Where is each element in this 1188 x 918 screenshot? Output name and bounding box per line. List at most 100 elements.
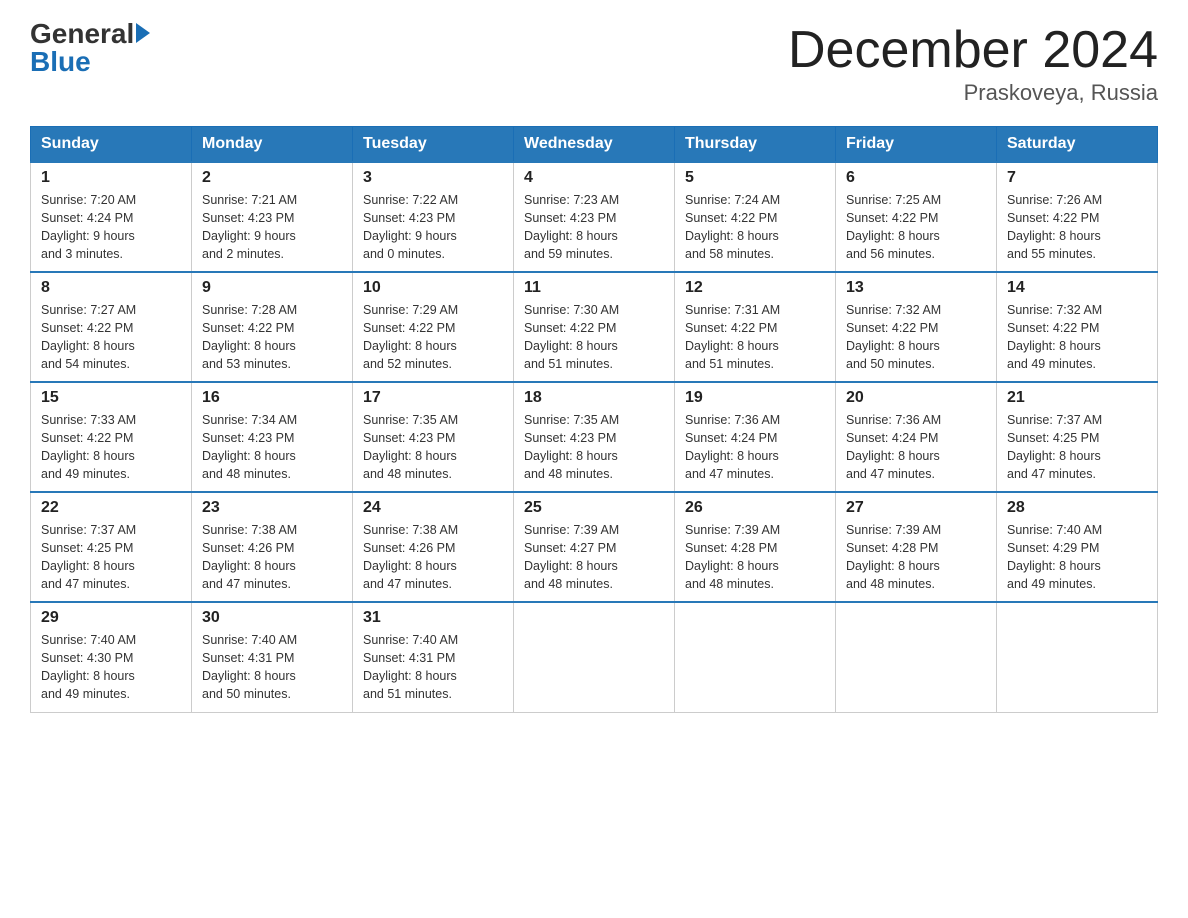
day-number: 13 bbox=[846, 279, 986, 297]
day-info: Sunrise: 7:24 AM Sunset: 4:22 PM Dayligh… bbox=[685, 191, 825, 264]
calendar-cell: 4 Sunrise: 7:23 AM Sunset: 4:23 PM Dayli… bbox=[514, 162, 675, 272]
day-header-friday: Friday bbox=[836, 127, 997, 163]
week-row-4: 22 Sunrise: 7:37 AM Sunset: 4:25 PM Dayl… bbox=[31, 492, 1158, 602]
day-info: Sunrise: 7:38 AM Sunset: 4:26 PM Dayligh… bbox=[202, 521, 342, 594]
calendar-cell: 19 Sunrise: 7:36 AM Sunset: 4:24 PM Dayl… bbox=[675, 382, 836, 492]
day-info: Sunrise: 7:38 AM Sunset: 4:26 PM Dayligh… bbox=[363, 521, 503, 594]
day-info: Sunrise: 7:36 AM Sunset: 4:24 PM Dayligh… bbox=[685, 411, 825, 484]
day-header-wednesday: Wednesday bbox=[514, 127, 675, 163]
day-info: Sunrise: 7:37 AM Sunset: 4:25 PM Dayligh… bbox=[41, 521, 181, 594]
day-number: 5 bbox=[685, 169, 825, 187]
day-number: 19 bbox=[685, 389, 825, 407]
title-area: December 2024 Praskoveya, Russia bbox=[788, 20, 1158, 106]
day-info: Sunrise: 7:40 AM Sunset: 4:29 PM Dayligh… bbox=[1007, 521, 1147, 594]
calendar-cell bbox=[514, 602, 675, 712]
day-info: Sunrise: 7:23 AM Sunset: 4:23 PM Dayligh… bbox=[524, 191, 664, 264]
day-number: 28 bbox=[1007, 499, 1147, 517]
day-number: 21 bbox=[1007, 389, 1147, 407]
day-number: 10 bbox=[363, 279, 503, 297]
calendar-cell: 20 Sunrise: 7:36 AM Sunset: 4:24 PM Dayl… bbox=[836, 382, 997, 492]
day-number: 30 bbox=[202, 609, 342, 627]
calendar-cell: 15 Sunrise: 7:33 AM Sunset: 4:22 PM Dayl… bbox=[31, 382, 192, 492]
day-number: 3 bbox=[363, 169, 503, 187]
week-row-2: 8 Sunrise: 7:27 AM Sunset: 4:22 PM Dayli… bbox=[31, 272, 1158, 382]
calendar-cell: 7 Sunrise: 7:26 AM Sunset: 4:22 PM Dayli… bbox=[997, 162, 1158, 272]
day-info: Sunrise: 7:29 AM Sunset: 4:22 PM Dayligh… bbox=[363, 301, 503, 374]
day-info: Sunrise: 7:32 AM Sunset: 4:22 PM Dayligh… bbox=[1007, 301, 1147, 374]
day-info: Sunrise: 7:39 AM Sunset: 4:28 PM Dayligh… bbox=[685, 521, 825, 594]
calendar-cell: 21 Sunrise: 7:37 AM Sunset: 4:25 PM Dayl… bbox=[997, 382, 1158, 492]
calendar-cell: 25 Sunrise: 7:39 AM Sunset: 4:27 PM Dayl… bbox=[514, 492, 675, 602]
calendar-cell: 31 Sunrise: 7:40 AM Sunset: 4:31 PM Dayl… bbox=[353, 602, 514, 712]
calendar-cell: 30 Sunrise: 7:40 AM Sunset: 4:31 PM Dayl… bbox=[192, 602, 353, 712]
day-number: 8 bbox=[41, 279, 181, 297]
calendar-cell: 2 Sunrise: 7:21 AM Sunset: 4:23 PM Dayli… bbox=[192, 162, 353, 272]
calendar-cell: 23 Sunrise: 7:38 AM Sunset: 4:26 PM Dayl… bbox=[192, 492, 353, 602]
calendar-cell: 17 Sunrise: 7:35 AM Sunset: 4:23 PM Dayl… bbox=[353, 382, 514, 492]
day-number: 9 bbox=[202, 279, 342, 297]
week-row-1: 1 Sunrise: 7:20 AM Sunset: 4:24 PM Dayli… bbox=[31, 162, 1158, 272]
day-info: Sunrise: 7:25 AM Sunset: 4:22 PM Dayligh… bbox=[846, 191, 986, 264]
calendar-cell: 6 Sunrise: 7:25 AM Sunset: 4:22 PM Dayli… bbox=[836, 162, 997, 272]
day-number: 1 bbox=[41, 169, 181, 187]
page-header: General Blue December 2024 Praskoveya, R… bbox=[30, 20, 1158, 106]
day-number: 4 bbox=[524, 169, 664, 187]
day-info: Sunrise: 7:28 AM Sunset: 4:22 PM Dayligh… bbox=[202, 301, 342, 374]
calendar-cell: 9 Sunrise: 7:28 AM Sunset: 4:22 PM Dayli… bbox=[192, 272, 353, 382]
day-info: Sunrise: 7:35 AM Sunset: 4:23 PM Dayligh… bbox=[363, 411, 503, 484]
day-number: 23 bbox=[202, 499, 342, 517]
calendar-table: SundayMondayTuesdayWednesdayThursdayFrid… bbox=[30, 126, 1158, 713]
day-info: Sunrise: 7:33 AM Sunset: 4:22 PM Dayligh… bbox=[41, 411, 181, 484]
calendar-cell: 10 Sunrise: 7:29 AM Sunset: 4:22 PM Dayl… bbox=[353, 272, 514, 382]
calendar-cell: 18 Sunrise: 7:35 AM Sunset: 4:23 PM Dayl… bbox=[514, 382, 675, 492]
calendar-cell: 27 Sunrise: 7:39 AM Sunset: 4:28 PM Dayl… bbox=[836, 492, 997, 602]
day-number: 31 bbox=[363, 609, 503, 627]
calendar-cell: 13 Sunrise: 7:32 AM Sunset: 4:22 PM Dayl… bbox=[836, 272, 997, 382]
day-header-saturday: Saturday bbox=[997, 127, 1158, 163]
logo-blue-text: Blue bbox=[30, 48, 150, 76]
calendar-cell: 12 Sunrise: 7:31 AM Sunset: 4:22 PM Dayl… bbox=[675, 272, 836, 382]
day-info: Sunrise: 7:27 AM Sunset: 4:22 PM Dayligh… bbox=[41, 301, 181, 374]
location: Praskoveya, Russia bbox=[788, 80, 1158, 106]
calendar-cell: 8 Sunrise: 7:27 AM Sunset: 4:22 PM Dayli… bbox=[31, 272, 192, 382]
day-number: 6 bbox=[846, 169, 986, 187]
day-info: Sunrise: 7:34 AM Sunset: 4:23 PM Dayligh… bbox=[202, 411, 342, 484]
header-row: SundayMondayTuesdayWednesdayThursdayFrid… bbox=[31, 127, 1158, 163]
day-number: 29 bbox=[41, 609, 181, 627]
calendar-cell: 16 Sunrise: 7:34 AM Sunset: 4:23 PM Dayl… bbox=[192, 382, 353, 492]
day-info: Sunrise: 7:32 AM Sunset: 4:22 PM Dayligh… bbox=[846, 301, 986, 374]
day-info: Sunrise: 7:40 AM Sunset: 4:31 PM Dayligh… bbox=[363, 631, 503, 704]
day-info: Sunrise: 7:21 AM Sunset: 4:23 PM Dayligh… bbox=[202, 191, 342, 264]
day-info: Sunrise: 7:20 AM Sunset: 4:24 PM Dayligh… bbox=[41, 191, 181, 264]
day-info: Sunrise: 7:37 AM Sunset: 4:25 PM Dayligh… bbox=[1007, 411, 1147, 484]
day-number: 7 bbox=[1007, 169, 1147, 187]
month-title: December 2024 bbox=[788, 20, 1158, 80]
day-info: Sunrise: 7:22 AM Sunset: 4:23 PM Dayligh… bbox=[363, 191, 503, 264]
day-header-thursday: Thursday bbox=[675, 127, 836, 163]
day-number: 20 bbox=[846, 389, 986, 407]
week-row-5: 29 Sunrise: 7:40 AM Sunset: 4:30 PM Dayl… bbox=[31, 602, 1158, 712]
day-info: Sunrise: 7:40 AM Sunset: 4:31 PM Dayligh… bbox=[202, 631, 342, 704]
logo-arrow-icon bbox=[136, 23, 150, 43]
day-info: Sunrise: 7:31 AM Sunset: 4:22 PM Dayligh… bbox=[685, 301, 825, 374]
day-header-sunday: Sunday bbox=[31, 127, 192, 163]
calendar-cell: 29 Sunrise: 7:40 AM Sunset: 4:30 PM Dayl… bbox=[31, 602, 192, 712]
calendar-cell: 26 Sunrise: 7:39 AM Sunset: 4:28 PM Dayl… bbox=[675, 492, 836, 602]
calendar-cell: 24 Sunrise: 7:38 AM Sunset: 4:26 PM Dayl… bbox=[353, 492, 514, 602]
day-number: 26 bbox=[685, 499, 825, 517]
calendar-cell: 11 Sunrise: 7:30 AM Sunset: 4:22 PM Dayl… bbox=[514, 272, 675, 382]
day-info: Sunrise: 7:30 AM Sunset: 4:22 PM Dayligh… bbox=[524, 301, 664, 374]
day-info: Sunrise: 7:39 AM Sunset: 4:27 PM Dayligh… bbox=[524, 521, 664, 594]
day-number: 25 bbox=[524, 499, 664, 517]
day-header-tuesday: Tuesday bbox=[353, 127, 514, 163]
day-number: 27 bbox=[846, 499, 986, 517]
day-info: Sunrise: 7:36 AM Sunset: 4:24 PM Dayligh… bbox=[846, 411, 986, 484]
day-info: Sunrise: 7:40 AM Sunset: 4:30 PM Dayligh… bbox=[41, 631, 181, 704]
day-number: 2 bbox=[202, 169, 342, 187]
calendar-cell bbox=[836, 602, 997, 712]
calendar-cell: 3 Sunrise: 7:22 AM Sunset: 4:23 PM Dayli… bbox=[353, 162, 514, 272]
day-number: 15 bbox=[41, 389, 181, 407]
day-info: Sunrise: 7:26 AM Sunset: 4:22 PM Dayligh… bbox=[1007, 191, 1147, 264]
day-number: 11 bbox=[524, 279, 664, 297]
calendar-cell: 14 Sunrise: 7:32 AM Sunset: 4:22 PM Dayl… bbox=[997, 272, 1158, 382]
